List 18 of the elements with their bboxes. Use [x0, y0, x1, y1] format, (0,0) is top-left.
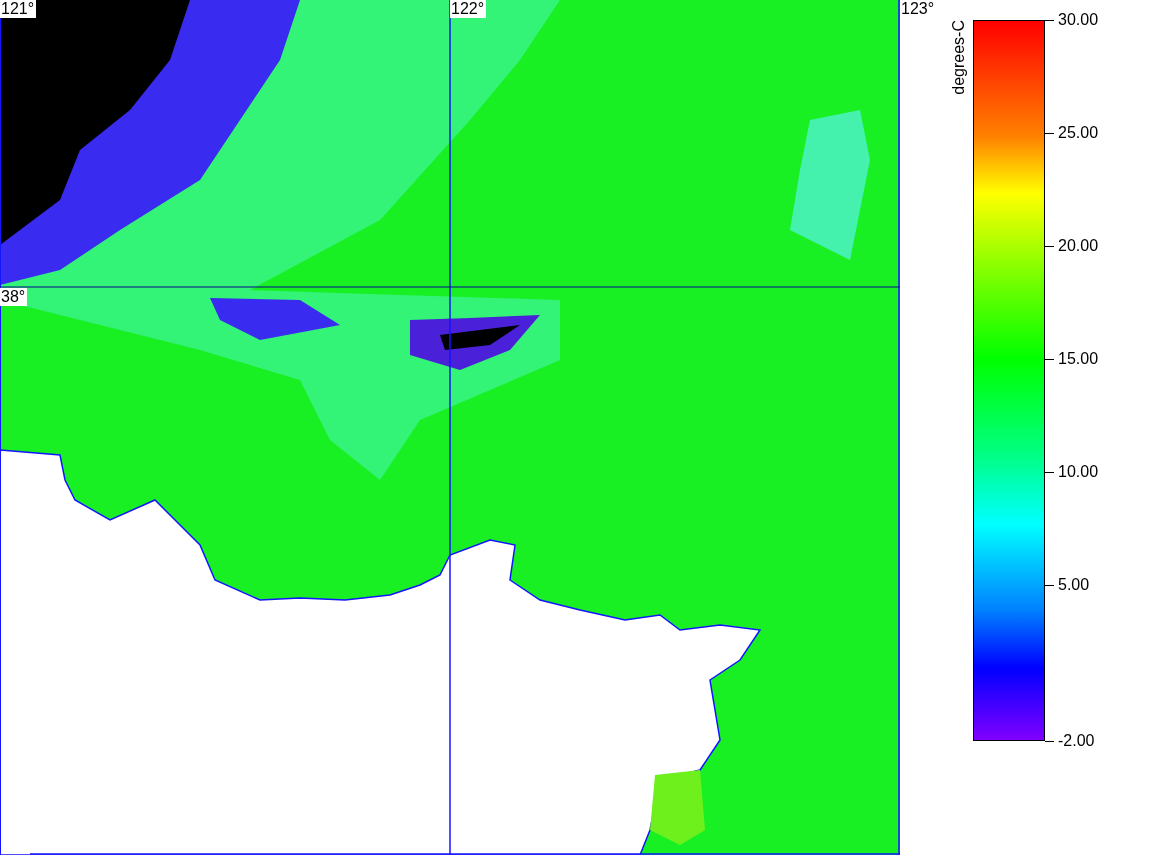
tick-mark [1045, 132, 1054, 134]
tick-label: -2.00 [1058, 732, 1095, 750]
tick-label: 15.00 [1058, 350, 1099, 368]
longitude-label: 121° [0, 0, 37, 18]
tick-mark [1045, 19, 1054, 21]
tick-mark [1045, 584, 1054, 586]
tick-mark [1045, 358, 1054, 360]
tick-mark [1045, 245, 1054, 247]
longitude-label: 122° [450, 0, 487, 18]
tick-label: 25.00 [1058, 124, 1099, 142]
tick-label: 5.00 [1058, 576, 1090, 594]
tick-label: 20.00 [1058, 237, 1099, 255]
tick-mark [1045, 740, 1054, 742]
tick-mark [1045, 471, 1054, 473]
unit-label: degrees-C [950, 20, 968, 95]
tick-label: 30.00 [1058, 11, 1099, 29]
tick-label: 10.00 [1058, 463, 1099, 481]
latitude-label: 38° [0, 288, 28, 306]
